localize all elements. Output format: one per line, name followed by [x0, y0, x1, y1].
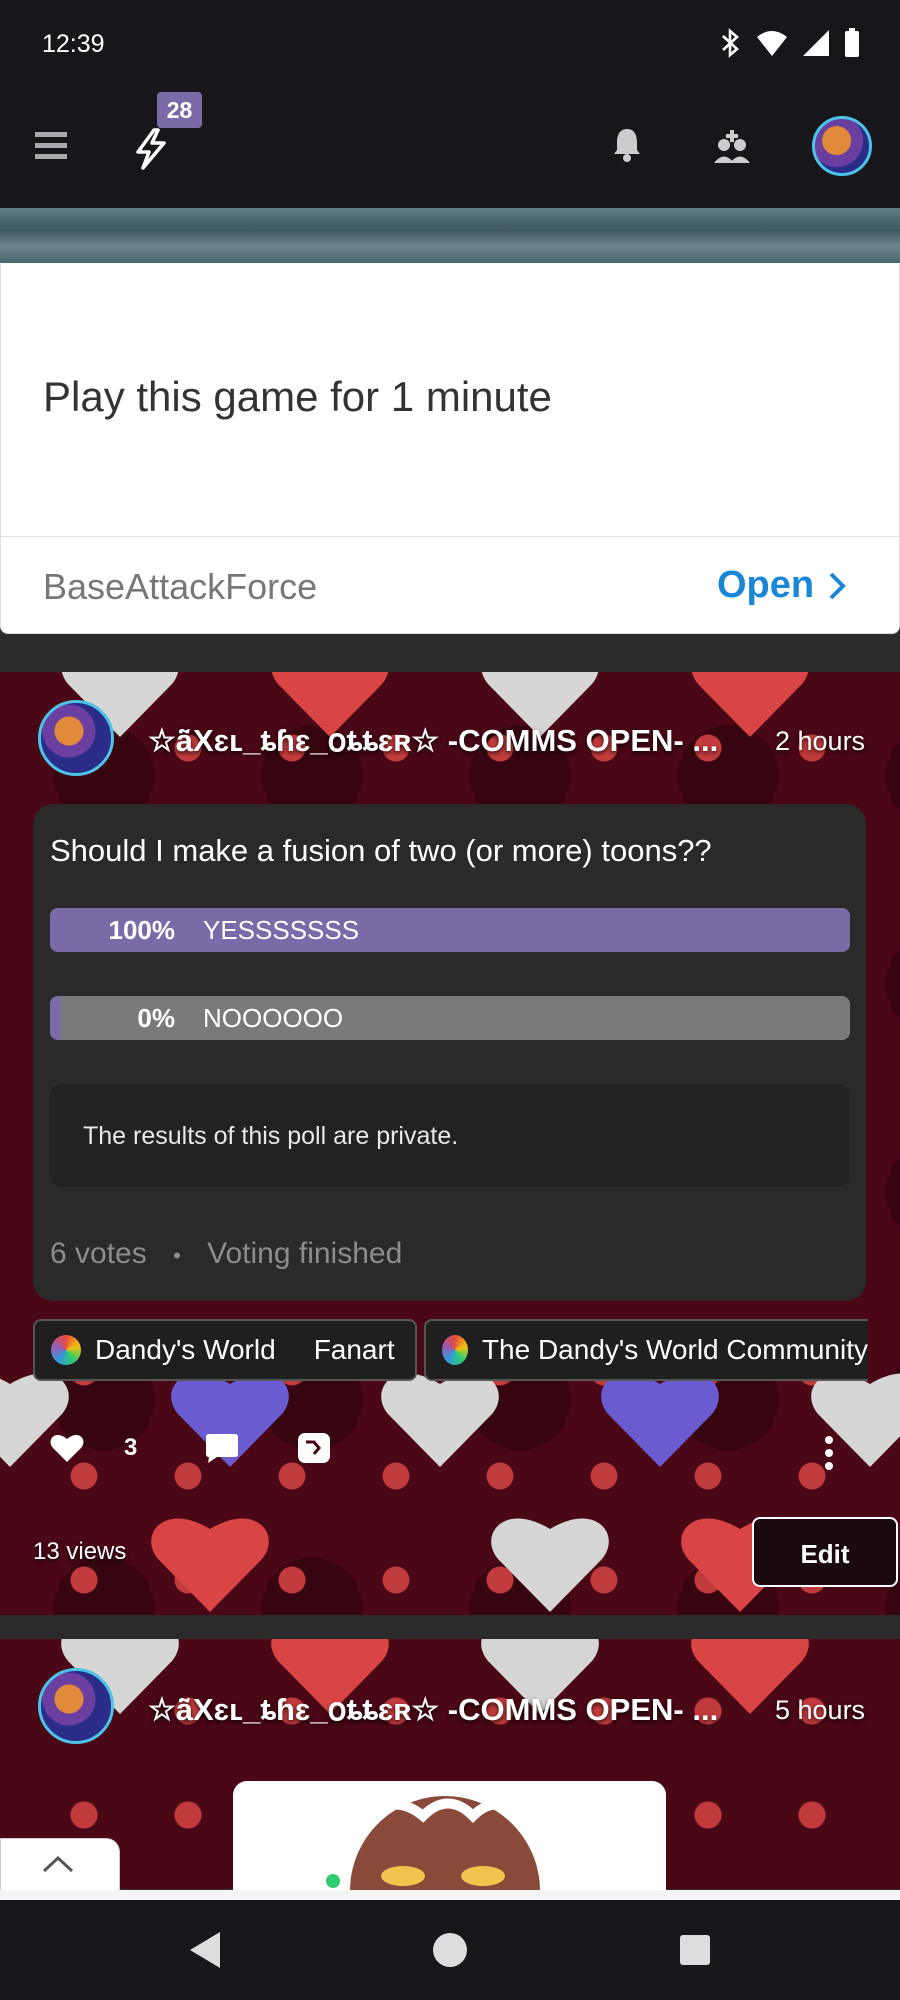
bell-icon[interactable] — [612, 126, 642, 162]
ad-title: Play this game for 1 minute — [43, 373, 552, 420]
post-author-name[interactable]: ☆ä̃Χɛʟ_ȶɦɛ_օȶȶɛʀ☆ -COMMS OPEN- ... — [148, 723, 738, 759]
status-time: 12:39 — [42, 30, 105, 58]
ad-image-strip — [0, 208, 900, 263]
content-bottom-edge — [0, 1890, 900, 1900]
heart-icon[interactable] — [50, 1433, 84, 1463]
poll-card — [33, 804, 866, 1301]
chevron-right-icon — [829, 572, 846, 599]
comment-icon[interactable] — [205, 1432, 239, 1464]
poll-votes: 6 votes — [50, 1237, 147, 1270]
poll-option-label: YESSSSSSS — [203, 915, 360, 945]
heart-decoration — [151, 1518, 269, 1612]
post-author-avatar[interactable] — [38, 700, 114, 776]
community-icon — [51, 1335, 81, 1365]
post2-author-avatar[interactable] — [38, 1668, 114, 1744]
post-separator — [0, 1615, 900, 1639]
battery-icon — [845, 28, 859, 57]
menu-icon[interactable] — [35, 130, 69, 162]
poll-option-yes[interactable]: 100% YESSSSSSS — [50, 908, 850, 952]
back-icon[interactable] — [188, 1930, 222, 1970]
tag-name: The Dandy's World Community — [481, 1334, 868, 1365]
ad-open-label: Open — [717, 564, 815, 606]
tag-name: Dandy's World — [95, 1334, 276, 1365]
edit-button[interactable]: Edit — [752, 1517, 898, 1587]
ad-source: BaseAttackForce — [43, 566, 318, 607]
tag-dandys-world[interactable]: Dandy's World Fanart — [33, 1319, 417, 1381]
poll-option-no[interactable]: 0% NOOOOOO — [50, 996, 850, 1040]
poll-option-percent: 100% — [108, 915, 176, 945]
post2-author-name[interactable]: ☆ä̃Χɛʟ_ȶɦɛ_օȶȶɛʀ☆ -COMMS OPEN- ... — [148, 1692, 738, 1728]
chevron-up-icon — [42, 1855, 74, 1873]
bluetooth-icon — [722, 28, 739, 58]
wifi-icon — [757, 31, 787, 56]
post-time: 2 hours — [775, 726, 866, 756]
ad-open-button[interactable]: Open — [717, 564, 846, 607]
character-image — [326, 1796, 540, 1901]
scroll-to-top-button[interactable] — [0, 1838, 120, 1892]
lightning-icon[interactable] — [132, 128, 170, 170]
community-icon — [442, 1335, 468, 1365]
signal-icon — [803, 30, 829, 56]
status-icons — [720, 28, 860, 58]
poll-option-percent: 0% — [137, 1003, 175, 1033]
more-options-icon[interactable] — [824, 1436, 834, 1470]
poll-question: Should I make a fusion of two (or more) … — [50, 833, 712, 868]
home-icon[interactable] — [432, 1932, 468, 1968]
heart-decoration — [491, 1518, 609, 1612]
recents-icon[interactable] — [679, 1934, 711, 1966]
ad-divider — [0, 536, 900, 537]
like-count: 3 — [124, 1434, 138, 1461]
post-actions: 3 — [50, 1432, 331, 1464]
separator-dot: • — [173, 1243, 181, 1268]
tag-dandys-world-community[interactable]: The Dandy's World Community — [424, 1319, 868, 1381]
members-icon[interactable] — [712, 128, 752, 164]
post2-time: 5 hours — [775, 1695, 866, 1725]
poll-footer: 6 votes • Voting finished — [50, 1237, 402, 1271]
header-avatar[interactable] — [812, 116, 872, 176]
post2-image[interactable] — [233, 1781, 666, 1901]
poll-option-label: NOOOOOO — [203, 1003, 344, 1033]
post-views: 13 views — [33, 1538, 127, 1565]
poll-private-text: The results of this poll are private. — [83, 1122, 459, 1150]
poll-status: Voting finished — [207, 1237, 403, 1270]
notification-badge: 28 — [157, 92, 202, 128]
tag-sub: Fanart — [313, 1334, 395, 1365]
share-icon[interactable] — [297, 1432, 331, 1464]
